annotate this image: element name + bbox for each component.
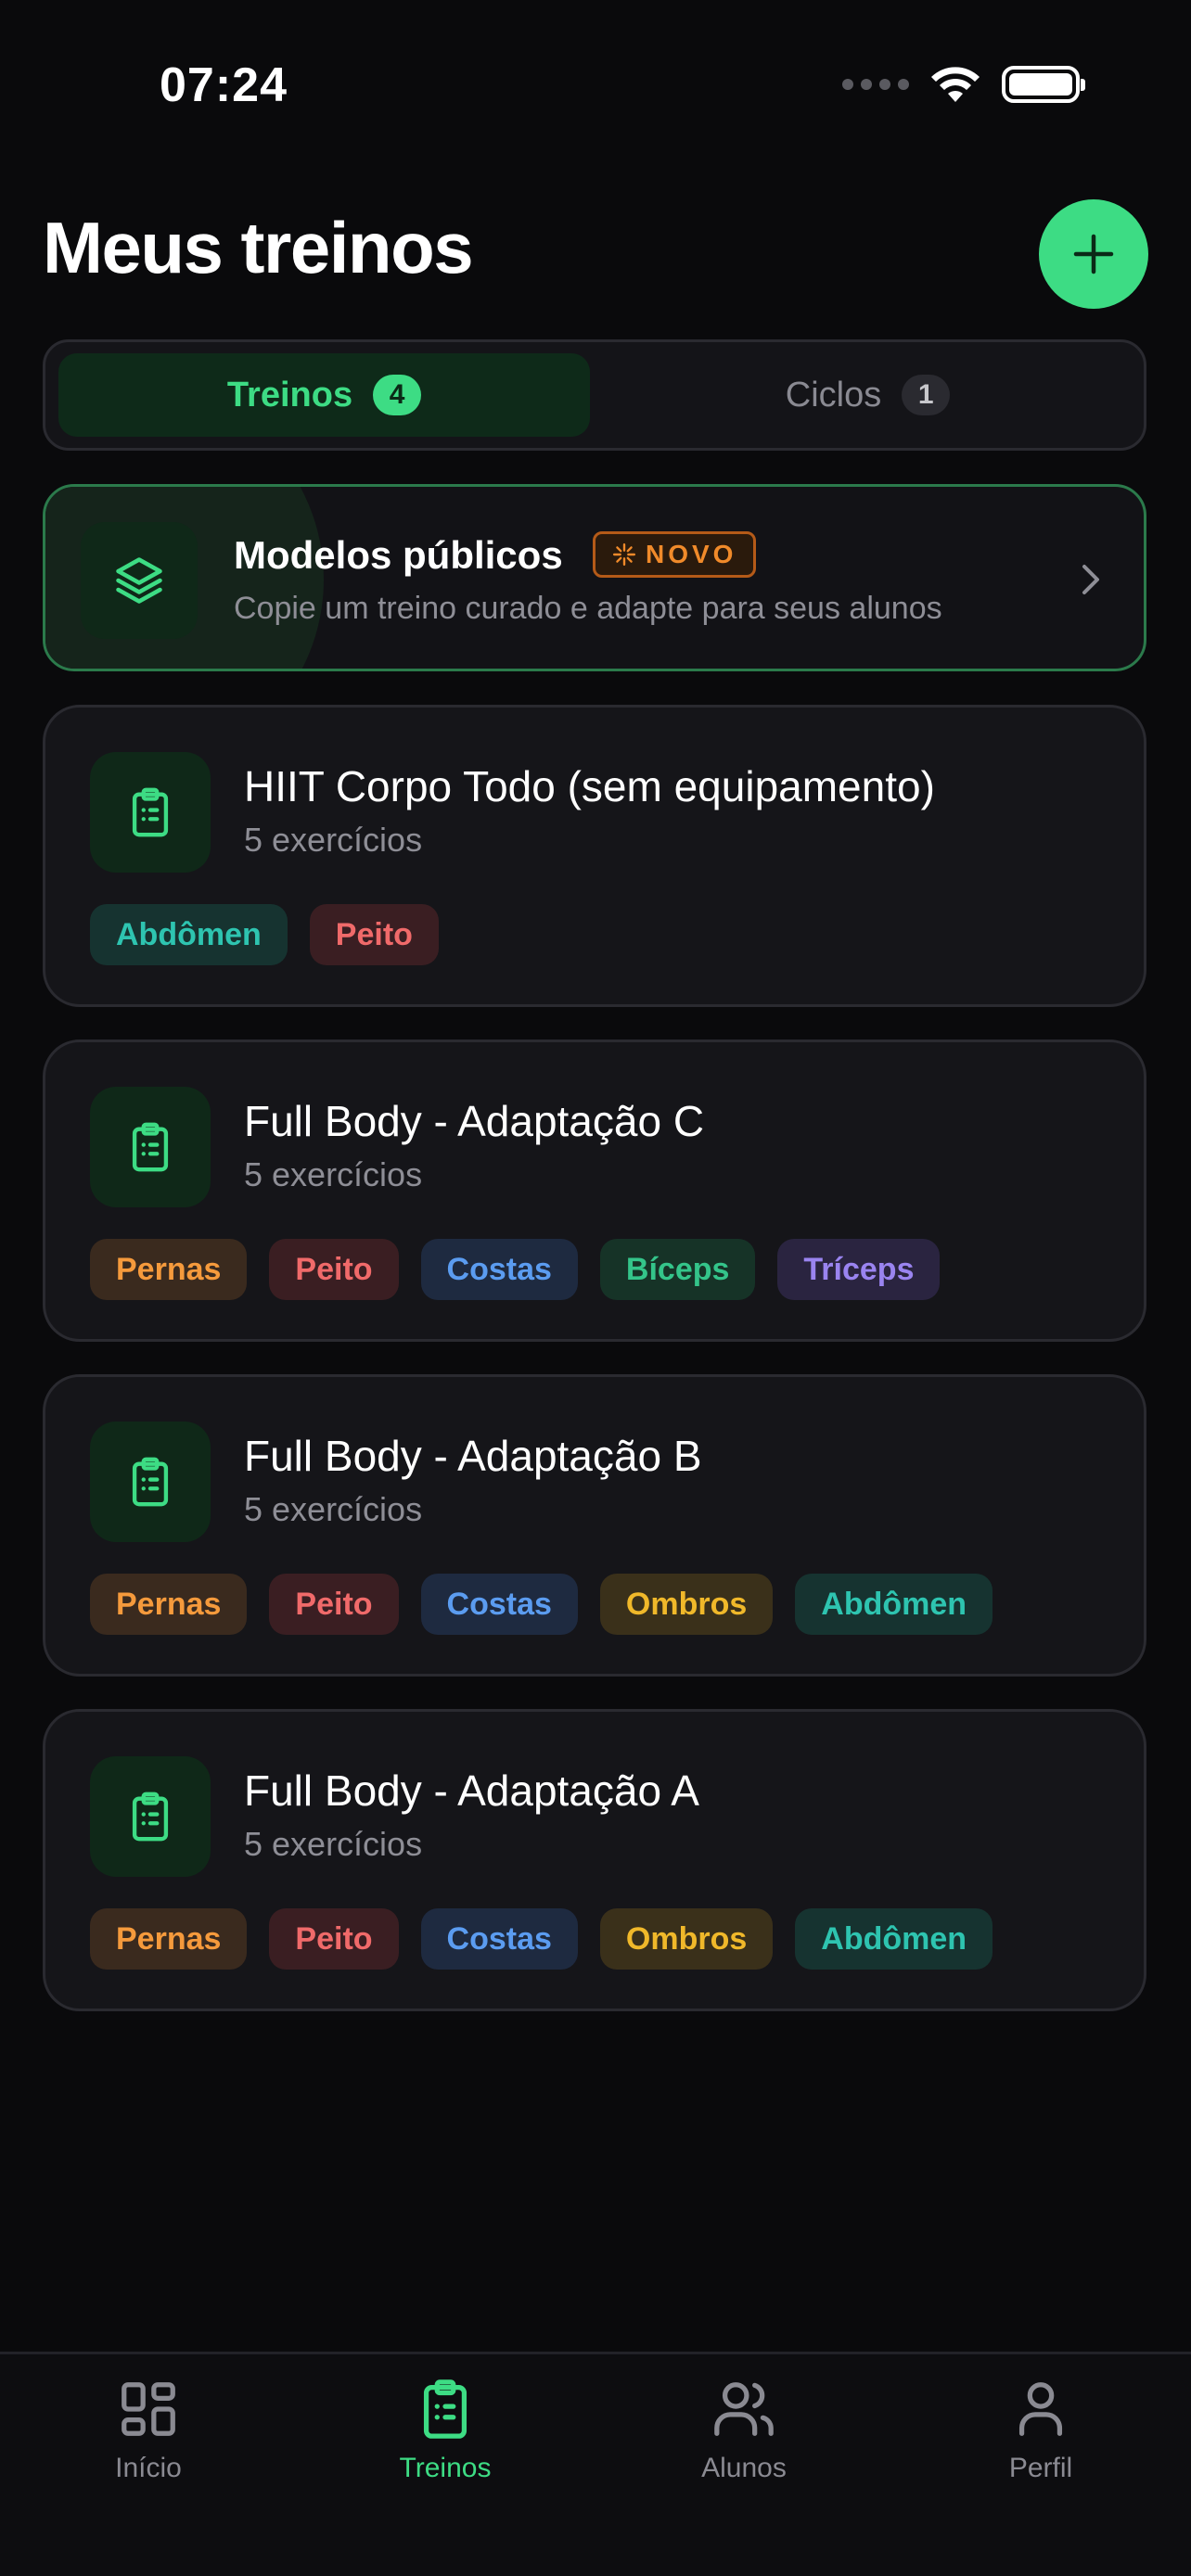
segmented-control: Treinos 4 Ciclos 1 [43, 339, 1146, 451]
muscle-tag: Peito [269, 1574, 399, 1635]
muscle-tag: Costas [420, 1908, 578, 1970]
new-badge: NOVO [593, 531, 757, 578]
bottom-tab-bar: Início Treinos Alunos Perfil [0, 2352, 1191, 2576]
tabbar-label: Perfil [1008, 2453, 1073, 2483]
public-models-banner[interactable]: Modelos públicos NOVO Copie um treino cu… [43, 484, 1146, 671]
muscle-tag: Abdômen [795, 1908, 993, 1970]
banner-title: Modelos públicos [234, 533, 563, 577]
tabbar-label: Início [115, 2453, 182, 2483]
workout-card[interactable]: Full Body - Adaptação B 5 exercícios Per… [43, 1374, 1146, 1677]
tab-treinos-label: Treinos [226, 375, 353, 414]
workout-card[interactable]: Full Body - Adaptação C 5 exercícios Per… [43, 1039, 1146, 1342]
status-icons [842, 65, 1085, 104]
tag-list: Pernas Peito Costas Ombros Abdômen [90, 1574, 993, 1635]
muscle-tag: Pernas [90, 1908, 248, 1970]
muscle-tag: Abdômen [795, 1574, 993, 1635]
workout-exercise-count: 5 exercícios [244, 821, 423, 859]
workout-icon-box [90, 1756, 211, 1877]
status-time: 07:24 [160, 58, 288, 112]
tab-ciclos-label: Ciclos [785, 375, 882, 414]
clipboard-icon [132, 1792, 169, 1842]
muscle-tag: Abdômen [90, 904, 288, 965]
muscle-tag: Tríceps [777, 1239, 941, 1300]
new-badge-label: NOVO [646, 540, 737, 568]
banner-icon-box [81, 522, 198, 639]
tabbar-item-inicio[interactable]: Início [56, 2377, 241, 2484]
workout-exercise-count: 5 exercícios [244, 1490, 423, 1528]
workout-exercise-count: 5 exercícios [244, 1825, 423, 1863]
muscle-tag: Pernas [90, 1574, 248, 1635]
tag-list: Abdômen Peito [90, 904, 439, 965]
muscle-tag: Bíceps [599, 1239, 756, 1300]
add-workout-button[interactable] [1039, 199, 1148, 309]
tabbar-item-alunos[interactable]: Alunos [651, 2377, 837, 2484]
tab-ciclos-count-badge: 1 [902, 375, 951, 415]
workout-exercise-count: 5 exercícios [244, 1155, 423, 1193]
battery-icon [1002, 66, 1085, 103]
tabbar-item-treinos[interactable]: Treinos [352, 2377, 538, 2484]
wifi-icon [931, 67, 980, 102]
workout-icon-box [90, 1087, 211, 1207]
clipboard-icon [132, 1457, 169, 1507]
clipboard-icon [132, 1122, 169, 1172]
muscle-tag: Peito [309, 904, 439, 965]
tabbar-item-perfil[interactable]: Perfil [948, 2377, 1133, 2484]
clipboard-icon [132, 787, 169, 837]
user-icon [1018, 2382, 1063, 2436]
workout-title: Full Body - Adaptação B [244, 1432, 702, 1480]
tab-treinos[interactable]: Treinos 4 [58, 353, 590, 437]
users-icon [714, 2382, 774, 2436]
clipboard-icon [423, 2379, 467, 2439]
layers-icon [116, 557, 162, 604]
workout-icon-box [90, 752, 211, 873]
chevron-right-icon [1082, 565, 1099, 594]
banner-subtitle: Copie um treino curado e adapte para seu… [234, 591, 942, 626]
status-bar: 07:24 [0, 0, 1191, 176]
muscle-tag: Peito [269, 1239, 399, 1300]
workout-title: Full Body - Adaptação A [244, 1766, 699, 1815]
tag-list: Pernas Peito Costas Ombros Abdômen [90, 1908, 993, 1970]
tabbar-label: Treinos [399, 2453, 492, 2483]
muscle-tag: Ombros [599, 1574, 774, 1635]
tab-ciclos[interactable]: Ciclos 1 [602, 353, 1133, 437]
muscle-tag: Pernas [90, 1239, 248, 1300]
workout-card[interactable]: Full Body - Adaptação A 5 exercícios Per… [43, 1709, 1146, 2011]
sparkle-icon [612, 542, 636, 567]
grid-icon [122, 2382, 175, 2436]
workout-card[interactable]: HIIT Corpo Todo (sem equipamento) 5 exer… [43, 705, 1146, 1007]
muscle-tag: Costas [420, 1239, 578, 1300]
tag-list: Pernas Peito Costas Bíceps Tríceps [90, 1239, 941, 1300]
tab-treinos-count-badge: 4 [373, 375, 422, 415]
cellular-signal-icon [842, 79, 909, 90]
workout-title: HIIT Corpo Todo (sem equipamento) [244, 762, 935, 810]
page-title: Meus treinos [43, 207, 474, 288]
plus-icon [1073, 234, 1114, 274]
muscle-tag: Peito [269, 1908, 399, 1970]
workout-title: Full Body - Adaptação C [244, 1097, 705, 1145]
tabbar-label: Alunos [701, 2453, 787, 2483]
muscle-tag: Ombros [599, 1908, 774, 1970]
muscle-tag: Costas [420, 1574, 578, 1635]
workout-icon-box [90, 1422, 211, 1542]
